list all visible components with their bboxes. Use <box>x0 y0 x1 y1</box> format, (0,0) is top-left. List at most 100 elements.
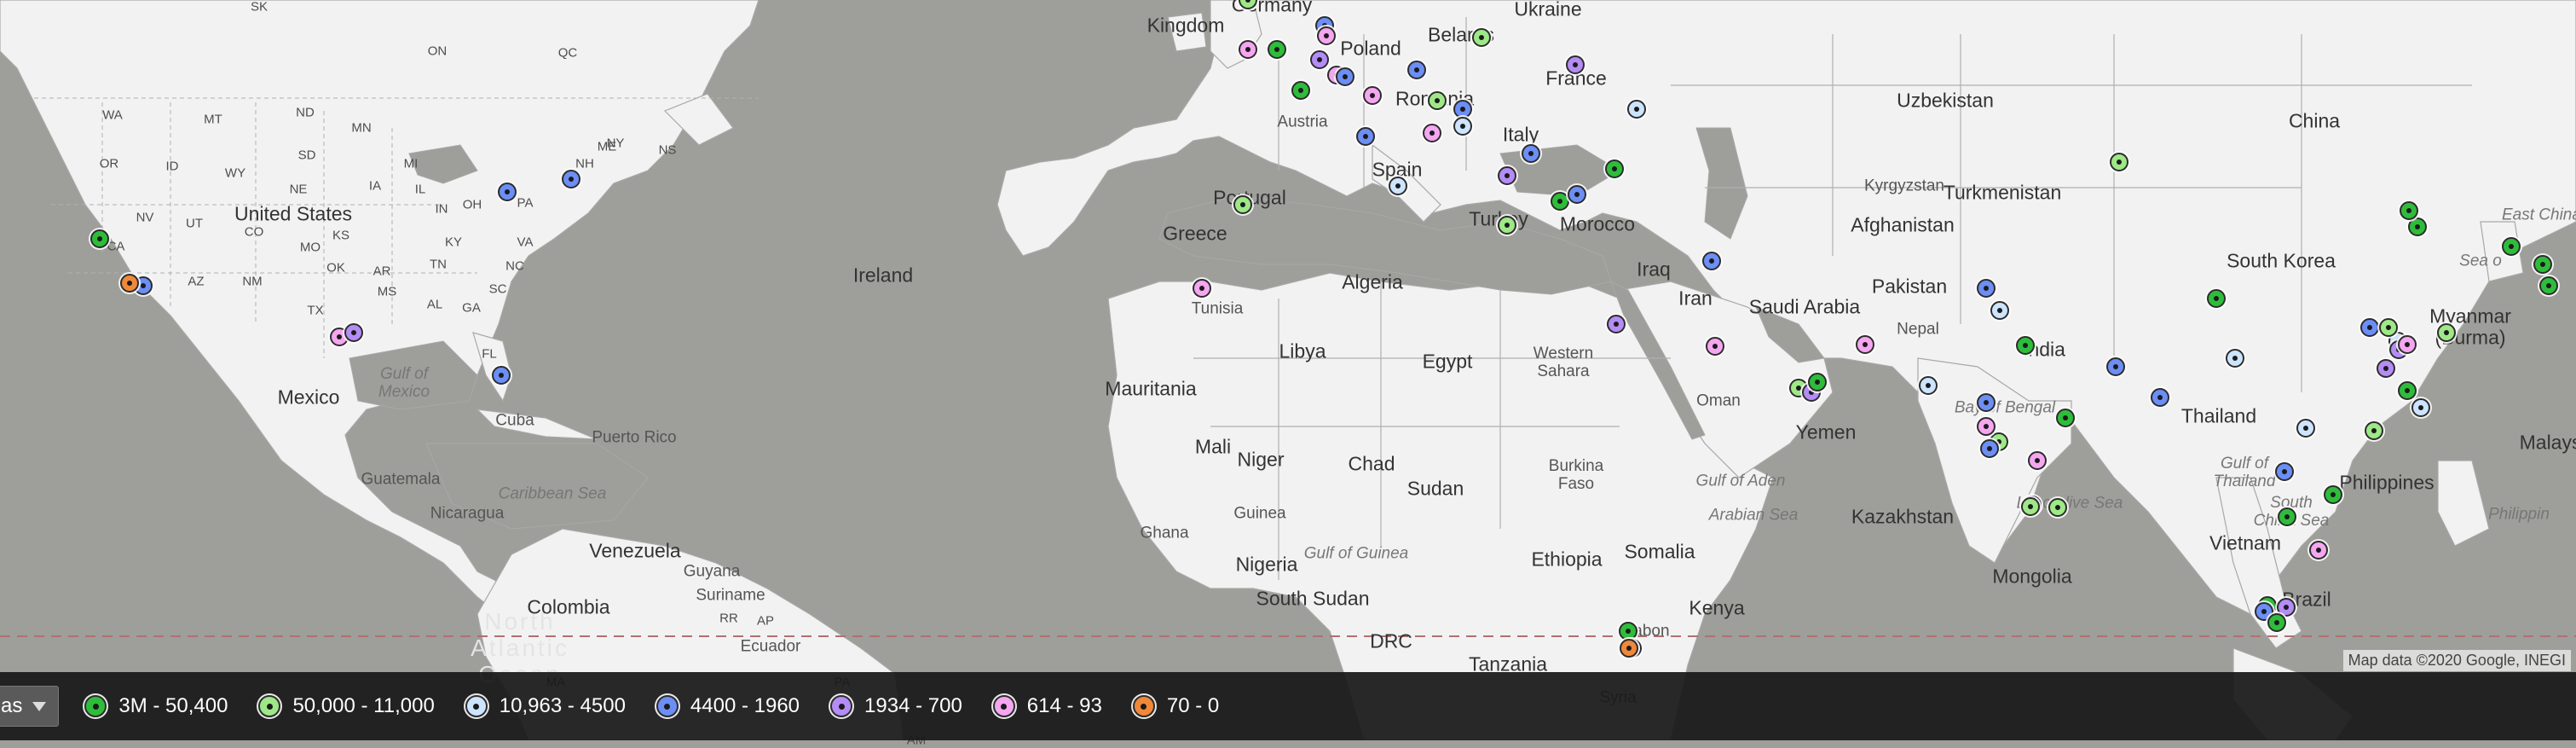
legend-item[interactable]: 10,963 - 4500 <box>465 694 626 718</box>
map-marker-icon[interactable] <box>1336 67 1354 86</box>
map-marker-icon[interactable] <box>1808 373 1827 391</box>
map-marker-icon[interactable] <box>2106 357 2125 376</box>
legend-item[interactable]: 50,000 - 11,000 <box>258 694 435 718</box>
map-label: Uzbekistan <box>1897 89 1994 112</box>
map-label: Poland <box>1340 37 1401 60</box>
map-marker-icon[interactable] <box>1407 61 1426 79</box>
map-marker-icon[interactable] <box>1389 177 1407 195</box>
legend-item[interactable]: 1934 - 700 <box>830 694 962 718</box>
map-marker-icon[interactable] <box>2296 419 2315 438</box>
legend-marker-icon <box>258 695 281 717</box>
map-marker-icon[interactable] <box>2533 255 2552 274</box>
map-marker-icon[interactable] <box>1233 195 1252 214</box>
map-marker-icon[interactable] <box>1453 100 1472 119</box>
map-marker-icon[interactable] <box>1706 337 1724 356</box>
map-marker-icon[interactable] <box>1453 117 1472 136</box>
map-marker-icon[interactable] <box>1605 159 1624 178</box>
map-label: Philippin <box>2488 505 2550 524</box>
map-marker-icon[interactable] <box>2400 201 2418 220</box>
map-marker-icon[interactable] <box>2267 613 2286 632</box>
map-marker-icon[interactable] <box>2226 349 2244 368</box>
map-label: Kingdom <box>1146 14 1225 37</box>
map-marker-icon[interactable] <box>2016 336 2035 355</box>
map-marker-icon[interactable] <box>1977 393 1996 412</box>
map-marker-icon[interactable] <box>562 170 580 188</box>
map-marker-icon[interactable] <box>1919 376 1938 395</box>
map-label: Sea o <box>2459 252 2502 270</box>
map-marker-icon[interactable] <box>2398 381 2417 400</box>
map-marker-icon[interactable] <box>2324 485 2342 504</box>
map-marker-icon[interactable] <box>1620 639 1638 658</box>
map-marker-icon[interactable] <box>1619 622 1637 641</box>
map-label: Kazakhstan <box>1851 505 1955 528</box>
map-label: TX <box>307 303 324 318</box>
map-marker-icon[interactable] <box>1193 279 1211 298</box>
map-marker-icon[interactable] <box>2437 323 2456 342</box>
map-marker-icon[interactable] <box>2110 153 2128 171</box>
map-marker-icon[interactable] <box>1317 26 1336 45</box>
legend-item[interactable]: 70 - 0 <box>1132 694 1219 718</box>
map-label: South Korea <box>2227 249 2336 272</box>
map-marker-icon[interactable] <box>120 274 139 293</box>
map-marker-icon[interactable] <box>1472 28 1491 47</box>
map-marker-icon[interactable] <box>2365 421 2383 440</box>
map-marker-icon[interactable] <box>90 229 109 248</box>
map-marker-icon[interactable] <box>1977 417 1996 436</box>
map-marker-icon[interactable] <box>1566 55 1585 74</box>
map-marker-icon[interactable] <box>1291 81 1310 100</box>
map-marker-icon[interactable] <box>2502 237 2521 256</box>
map-marker-icon[interactable] <box>1498 166 1516 185</box>
map-marker-icon[interactable] <box>498 183 517 201</box>
legend-item[interactable]: 4400 - 1960 <box>656 694 800 718</box>
map-marker-icon[interactable] <box>1990 301 2009 320</box>
map-marker-icon[interactable] <box>1498 216 1516 235</box>
map-marker-icon[interactable] <box>1977 279 1996 298</box>
map-marker-icon[interactable] <box>2048 498 2067 517</box>
map-marker-icon[interactable] <box>2207 289 2226 308</box>
map-marker-icon[interactable] <box>2021 497 2040 516</box>
map-marker-icon[interactable] <box>1568 185 1586 204</box>
legend-marker-icon <box>84 695 107 717</box>
map-label: Kyrgyzstan <box>1864 177 1944 195</box>
map-marker-icon[interactable] <box>1356 127 1375 146</box>
map-marker-icon[interactable] <box>1607 315 1626 333</box>
legend-bar: as 3M - 50,400 50,000 - 11,000 10,963 - 45… <box>0 672 2576 740</box>
map-label: NE <box>289 182 308 197</box>
legend-marker-icon <box>1132 695 1155 717</box>
map-marker-icon[interactable] <box>2309 541 2328 560</box>
legend-select[interactable]: as <box>0 686 60 727</box>
map-marker-icon[interactable] <box>2151 388 2169 407</box>
map-marker-icon[interactable] <box>1522 144 1540 163</box>
map-marker-icon[interactable] <box>2056 409 2075 427</box>
map-marker-icon[interactable] <box>2408 217 2427 236</box>
map-marker-icon[interactable] <box>2411 398 2430 417</box>
legend-item[interactable]: 614 - 93 <box>992 694 1102 718</box>
map-marker-icon[interactable] <box>2278 507 2296 526</box>
map-marker-icon[interactable] <box>492 366 511 385</box>
map-marker-icon[interactable] <box>1627 100 1646 119</box>
map-marker-icon[interactable] <box>2539 276 2558 295</box>
map-marker-icon[interactable] <box>2379 318 2398 337</box>
map-label: Turkmenistan <box>1943 181 2062 204</box>
map-label: Nepal <box>1897 320 1939 339</box>
map-marker-icon[interactable] <box>1423 124 1441 142</box>
map-marker-icon[interactable] <box>1239 40 1257 59</box>
map-marker-icon[interactable] <box>2028 451 2047 470</box>
map-label: AZ <box>188 274 205 289</box>
map-marker-icon[interactable] <box>2360 318 2379 337</box>
map-marker-icon[interactable] <box>1363 86 1382 105</box>
map-marker-icon[interactable] <box>1268 40 1286 59</box>
map-marker-icon[interactable] <box>1428 91 1447 110</box>
legend-item[interactable]: 3M - 50,400 <box>84 694 228 718</box>
map-marker-icon[interactable] <box>1980 439 1999 458</box>
map-marker-icon[interactable] <box>344 323 363 342</box>
map-marker-icon[interactable] <box>2377 359 2395 378</box>
map-label: Gulf of Thailand <box>2213 455 2276 490</box>
map-marker-icon[interactable] <box>2398 335 2417 354</box>
map-marker-icon[interactable] <box>1310 50 1329 69</box>
map-label: KY <box>444 235 463 250</box>
map-marker-icon[interactable] <box>1856 335 1874 354</box>
map-marker-icon[interactable] <box>1551 192 1569 211</box>
map-marker-icon[interactable] <box>1702 252 1721 270</box>
map-marker-icon[interactable] <box>2275 462 2294 481</box>
